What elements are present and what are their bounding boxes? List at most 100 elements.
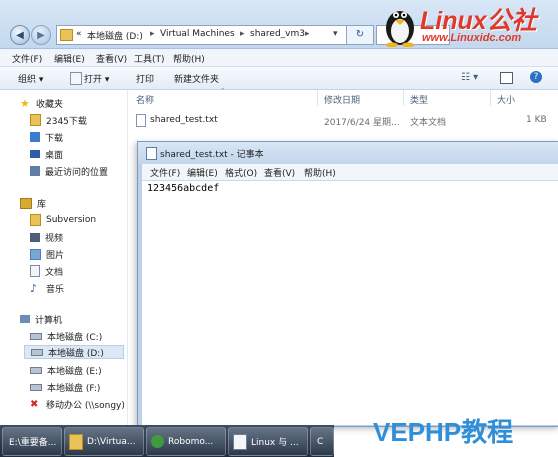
sidebar-item-drive-d[interactable]: 本地磁盘 (D:)	[24, 345, 124, 359]
taskbar-label: D:\Virtua...	[87, 436, 136, 447]
computer-icon	[20, 315, 30, 323]
column-header-type[interactable]: 类型	[410, 93, 428, 106]
breadcrumb-item[interactable]: shared_vm3	[250, 29, 305, 39]
file-type: 文本文档	[410, 118, 447, 128]
linux-url-text: www.Linuxidc.com	[422, 32, 522, 44]
taskbar-item-explorer-d[interactable]: D:\Virtua...	[64, 427, 144, 456]
notepad-menu-file[interactable]: 文件(F)	[150, 166, 180, 179]
address-prefix: «	[76, 29, 82, 39]
nav-label: 文档	[45, 267, 64, 278]
document-icon	[30, 265, 40, 277]
help-icon[interactable]: ?	[530, 71, 542, 83]
folder-icon	[69, 433, 83, 450]
sidebar-item-music[interactable]: ♪ 音乐	[30, 281, 64, 295]
recent-places-icon	[30, 166, 40, 176]
menu-edit[interactable]: 编辑(E)	[54, 52, 85, 65]
refresh-icon[interactable]: ↻	[346, 25, 374, 45]
column-header-modified[interactable]: 修改日期	[324, 93, 360, 106]
taskbar-item-explorer-e[interactable]: E:\重要备...	[2, 427, 62, 456]
nav-label: 移动办公 (\\songy)	[46, 400, 125, 411]
notepad-menu-format[interactable]: 格式(O)	[225, 166, 257, 179]
nav-label: 视频	[45, 233, 64, 244]
notepad-text-area[interactable]: 123456abcdef	[142, 181, 558, 425]
command-bar: 组织 ▾ 打开 ▾ 打印 新建文件夹 ☷ ▾ ?	[0, 67, 558, 90]
menu-help[interactable]: 帮助(H)	[173, 52, 205, 65]
sidebar-item-network-drive[interactable]: ✖ 移动办公 (\\songy)	[30, 397, 125, 411]
nav-label: Subversion	[46, 215, 97, 225]
more-icon: C	[317, 436, 324, 447]
file-size: 1 KB	[526, 115, 547, 125]
nav-label: 收藏夹	[36, 99, 64, 110]
forward-arrow-icon[interactable]: ▶	[31, 25, 51, 45]
sidebar-item-recent[interactable]: 最近访问的位置	[30, 164, 108, 178]
video-icon	[30, 232, 40, 242]
column-header-size[interactable]: 大小	[497, 93, 515, 106]
vephp-watermark: VEPHP教程	[373, 417, 514, 447]
sidebar-item-drive-f[interactable]: 本地磁盘 (F:)	[30, 380, 100, 394]
address-bar[interactable]: « 本地磁盘 (D:) ▸ Virtual Machines ▸ shared_…	[56, 25, 348, 45]
taskbar: E:\重要备... D:\Virtua... Robomo... Linux 与…	[0, 425, 334, 457]
nav-label: 本地磁盘 (D:)	[48, 348, 104, 359]
notepad-icon	[146, 147, 157, 160]
breadcrumb-separator[interactable]: ▸	[150, 29, 155, 39]
column-divider[interactable]	[490, 90, 491, 106]
picture-icon	[30, 248, 41, 260]
notepad-menu-edit[interactable]: 编辑(E)	[187, 166, 218, 179]
menu-view[interactable]: 查看(V)	[96, 52, 127, 65]
sort-arrow-icon: ⌃	[220, 87, 226, 95]
table-row[interactable]: shared_test.txt 2017/6/24 星期... 文本文档 1 K…	[128, 111, 558, 129]
drive-icon	[31, 348, 43, 356]
nav-label: 下载	[45, 133, 64, 144]
sidebar-item-downloads[interactable]: 下载	[30, 130, 63, 144]
sidebar-item-drive-e[interactable]: 本地磁盘 (E:)	[30, 363, 102, 377]
breadcrumb-separator[interactable]: ▸	[240, 29, 245, 39]
notepad-title: shared_test.txt - 记事本	[160, 150, 264, 160]
sidebar-item-pictures[interactable]: 图片	[30, 247, 64, 261]
star-icon: ★	[20, 96, 30, 110]
new-folder-button[interactable]: 新建文件夹	[174, 72, 219, 85]
nav-label: 本地磁盘 (C:)	[47, 332, 103, 343]
breadcrumb-separator[interactable]: ▸	[305, 29, 310, 39]
taskbar-item-robomongo[interactable]: Robomo...	[146, 427, 226, 456]
nav-label: 图片	[46, 250, 65, 261]
organize-button[interactable]: 组织 ▾	[18, 72, 43, 85]
computer-header[interactable]: 计算机	[20, 312, 62, 326]
drive-icon	[30, 366, 42, 374]
view-options-icon[interactable]: ☷ ▾	[461, 72, 478, 83]
breadcrumb-item[interactable]: Virtual Machines	[160, 29, 235, 39]
robomongo-icon	[151, 435, 164, 448]
back-arrow-icon[interactable]: ◀	[10, 25, 30, 45]
address-dropdown-icon[interactable]: ▾	[333, 29, 338, 39]
file-modified: 2017/6/24 星期...	[324, 118, 400, 128]
sidebar-item-2345download[interactable]: 2345下载	[30, 113, 87, 127]
document-icon	[70, 72, 82, 85]
sidebar-item-videos[interactable]: 视频	[30, 230, 63, 244]
open-button[interactable]: 打开 ▾	[84, 72, 109, 85]
notepad-content[interactable]: 123456abcdef	[147, 183, 219, 194]
linuxidc-watermark: Linux公社 www.Linuxidc.com	[376, 0, 558, 48]
notepad-menu-help[interactable]: 帮助(H)	[304, 166, 336, 179]
print-button[interactable]: 打印	[136, 72, 154, 85]
column-divider[interactable]	[403, 90, 404, 106]
taskbar-item-more[interactable]: C	[310, 427, 334, 456]
nav-label: 计算机	[35, 315, 63, 326]
libraries-header[interactable]: 库	[20, 196, 46, 210]
sidebar-item-desktop[interactable]: 桌面	[30, 147, 63, 161]
column-divider[interactable]	[317, 90, 318, 106]
taskbar-item-document[interactable]: Linux 与 ...	[228, 427, 308, 456]
preview-pane-icon[interactable]	[500, 72, 513, 84]
notepad-menu-view[interactable]: 查看(V)	[264, 166, 295, 179]
menu-tools[interactable]: 工具(T)	[134, 52, 165, 65]
column-header-name[interactable]: 名称	[136, 93, 154, 106]
notepad-title-bar[interactable]: shared_test.txt - 记事本	[138, 142, 558, 164]
sidebar-item-documents[interactable]: 文档	[30, 264, 63, 278]
drive-icon	[30, 383, 42, 391]
favorites-header[interactable]: ★ 收藏夹	[20, 96, 63, 110]
nav-label: 本地磁盘 (E:)	[47, 366, 102, 377]
taskbar-label: Linux 与 ...	[251, 438, 299, 448]
menu-file[interactable]: 文件(F)	[12, 52, 42, 65]
sidebar-item-drive-c[interactable]: 本地磁盘 (C:)	[30, 329, 102, 343]
breadcrumb-item[interactable]: 本地磁盘 (D:)	[87, 29, 143, 42]
nav-label: 音乐	[46, 284, 65, 295]
sidebar-item-subversion[interactable]: Subversion	[30, 213, 96, 227]
